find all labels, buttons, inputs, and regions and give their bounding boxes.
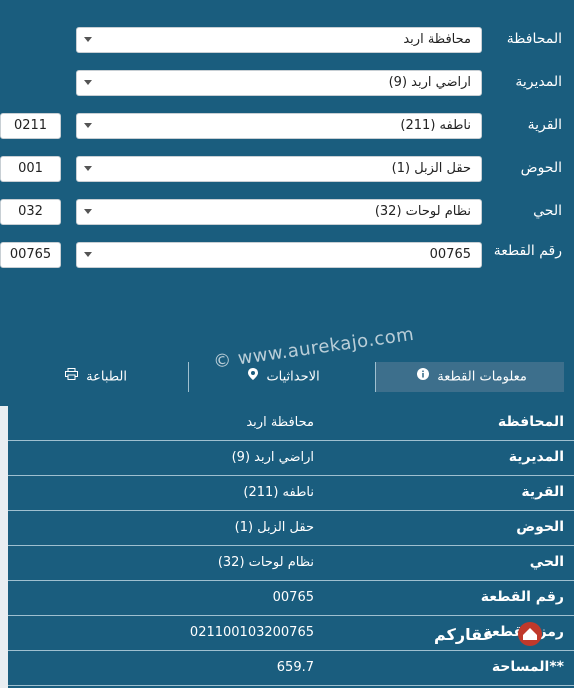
table-row: المحافظة محافظة اربد bbox=[8, 406, 574, 441]
chevron-down-icon bbox=[84, 166, 92, 171]
neighborhood-select[interactable]: نظام لوحات (32) bbox=[76, 199, 482, 225]
table-value: 02110010320076‌5 bbox=[189, 625, 314, 640]
chevron-down-icon bbox=[84, 209, 92, 214]
form-label-neighborhood: الحي bbox=[533, 203, 562, 219]
info-icon bbox=[417, 362, 430, 392]
printer-icon bbox=[65, 362, 78, 392]
table-row: الحي نظام لوحات (32) bbox=[8, 546, 574, 581]
directorate-select[interactable]: اراضي اربد (9) bbox=[76, 70, 482, 96]
form-label-basin: الحوض bbox=[520, 160, 562, 176]
form-label-governorate: المحافظة bbox=[506, 31, 562, 47]
table-value: 00765 bbox=[272, 590, 314, 605]
chevron-down-icon bbox=[84, 252, 92, 257]
governorate-select[interactable]: محافظة اربد bbox=[76, 27, 482, 53]
basin-value: حقل الزبل (1) bbox=[391, 161, 471, 176]
basin-code-input[interactable]: 001 bbox=[0, 156, 61, 182]
table-row: رقم القطعة 00765 bbox=[8, 581, 574, 616]
village-code-input[interactable]: 0211 bbox=[0, 113, 61, 139]
form-label-village: القرية bbox=[527, 117, 562, 133]
table-label: رقم القطعة bbox=[480, 589, 564, 605]
svg-text:عقاركم: عقاركم bbox=[434, 625, 494, 644]
form-row-basin: الحوض حقل الزبل (1) 001 bbox=[0, 156, 574, 196]
village-value: ناطفه (211) bbox=[400, 118, 471, 133]
tab-print-label: الطباعة bbox=[86, 369, 127, 385]
basin-select[interactable]: حقل الزبل (1) bbox=[76, 156, 482, 182]
table-value: حقل الزبل (1) bbox=[234, 520, 314, 535]
form-row-plot-number: رقم القطعة 00765 00765 bbox=[0, 242, 574, 282]
house-logo-icon: عقاركم bbox=[434, 622, 542, 646]
table-value: محافظة اربد bbox=[246, 415, 314, 430]
form-label-plot-number: رقم القطعة bbox=[493, 243, 562, 259]
neighborhood-code-input[interactable]: 032 bbox=[0, 199, 61, 225]
plot-number-value: 00765 bbox=[429, 247, 471, 262]
table-row: الحوض حقل الزبل (1) bbox=[8, 511, 574, 546]
directorate-value: اراضي اربد (9) bbox=[388, 75, 471, 90]
search-form: المحافظة محافظة اربد المديرية اراضي اربد… bbox=[0, 0, 574, 340]
neighborhood-value: نظام لوحات (32) bbox=[374, 204, 471, 219]
table-row: المساحة** 659.7 bbox=[8, 651, 574, 686]
table-label: المديرية bbox=[508, 449, 564, 465]
governorate-value: محافظة اربد bbox=[403, 32, 471, 47]
table-value: اراضي اربد (9) bbox=[231, 450, 314, 465]
chevron-down-icon bbox=[84, 80, 92, 85]
village-select[interactable]: ناطفه (211) bbox=[76, 113, 482, 139]
form-row-neighborhood: الحي نظام لوحات (32) 032 bbox=[0, 199, 574, 239]
tab-bar: معلومات القطعة الاحداثيات الطباعة bbox=[0, 362, 574, 392]
table-value: نظام لوحات (32) bbox=[217, 555, 314, 570]
table-label: القرية bbox=[521, 484, 564, 500]
plot-number-code-input[interactable]: 00765 bbox=[0, 242, 61, 268]
plot-number-select[interactable]: 00765 bbox=[76, 242, 482, 268]
tab-plot-info[interactable]: معلومات القطعة bbox=[376, 362, 564, 392]
table-label: المحافظة bbox=[497, 414, 564, 430]
form-row-village: القرية ناطفه (211) 0211 bbox=[0, 113, 574, 153]
tab-coordinates-label: الاحداثيات bbox=[266, 369, 320, 385]
chevron-down-icon bbox=[84, 123, 92, 128]
tab-plot-info-label: معلومات القطعة bbox=[437, 369, 527, 385]
table-label: الحي bbox=[529, 554, 564, 570]
table-row: القرية ناطفه (211) bbox=[8, 476, 574, 511]
table-value: ناطفه (211) bbox=[243, 485, 314, 500]
table-row: المديرية اراضي اربد (9) bbox=[8, 441, 574, 476]
chevron-down-icon bbox=[84, 37, 92, 42]
scroll-gutter bbox=[0, 406, 8, 688]
table-value: 659.7 bbox=[276, 660, 314, 675]
form-row-governorate: المحافظة محافظة اربد bbox=[0, 27, 574, 67]
table-label: المساحة** bbox=[491, 659, 564, 675]
brand-logo: عقاركم bbox=[432, 620, 552, 648]
form-row-directorate: المديرية اراضي اربد (9) bbox=[0, 70, 574, 110]
table-label: الحوض bbox=[516, 519, 564, 535]
form-label-directorate: المديرية bbox=[515, 74, 562, 90]
tab-print[interactable]: الطباعة bbox=[0, 362, 188, 392]
